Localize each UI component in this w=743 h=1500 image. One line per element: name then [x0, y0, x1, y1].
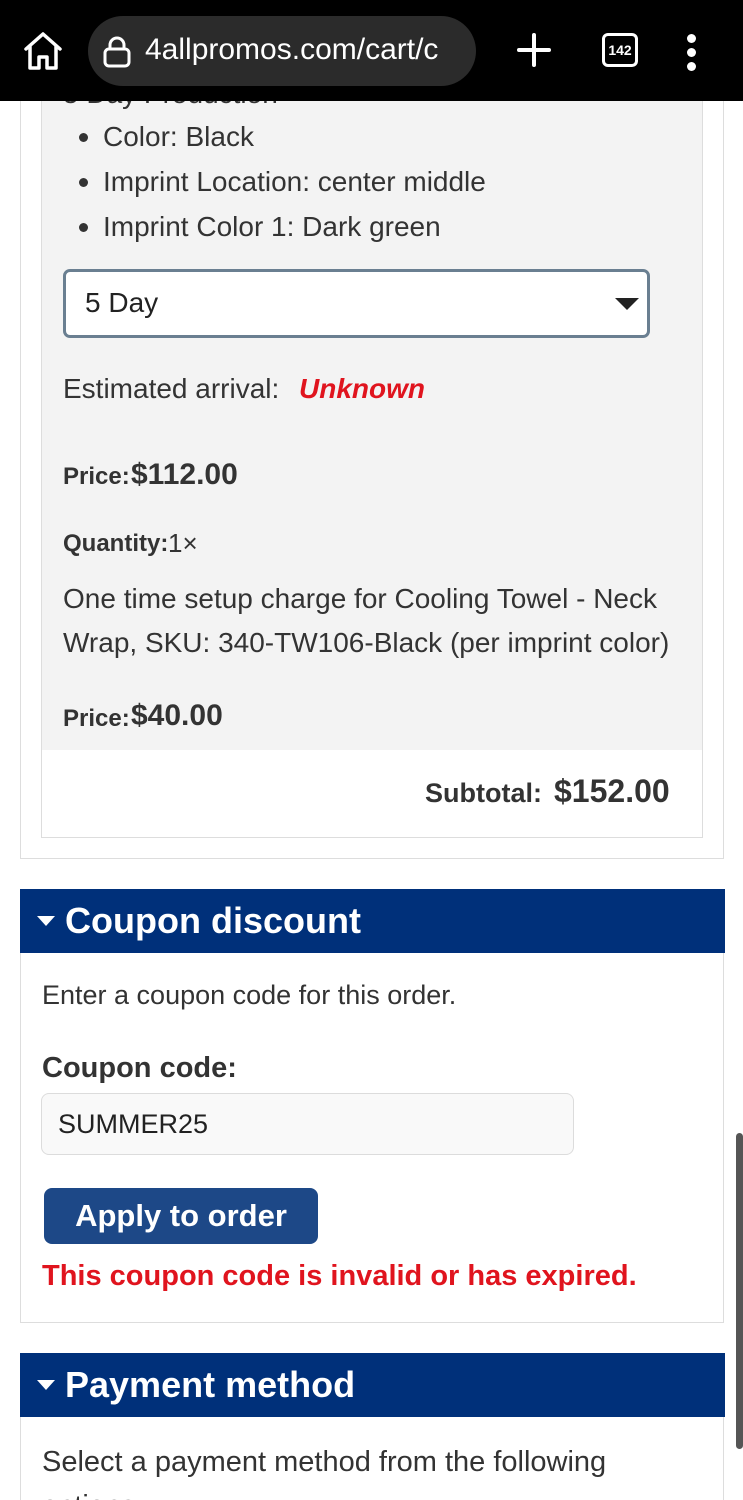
dot-icon	[687, 34, 696, 43]
quantity-value: 1×	[168, 528, 198, 558]
dot-icon	[687, 62, 696, 71]
more-options-button[interactable]	[682, 32, 702, 72]
option-color: Color: Black	[76, 114, 486, 159]
coupon-panel-header[interactable]: Coupon discount	[20, 889, 725, 953]
coupon-code-label: Coupon code:	[42, 1052, 237, 1084]
price-label: Price:	[63, 463, 130, 490]
option-imprint-location: Imprint Location: center middle	[76, 159, 486, 204]
estimated-arrival-label: Estimated arrival:	[63, 373, 280, 404]
option-text: Color: Black	[103, 121, 254, 152]
estimated-arrival-value: Unknown	[299, 373, 425, 404]
option-text: Imprint Color 1: Dark green	[103, 211, 441, 242]
scrollbar-thumb[interactable]	[736, 1133, 743, 1449]
price-value: $112.00	[131, 458, 238, 491]
quantity-label: Quantity:	[63, 530, 169, 557]
setup-price-label: Price:	[63, 705, 130, 732]
apply-coupon-button[interactable]: Apply to order	[44, 1188, 318, 1244]
address-bar[interactable]: 4allpromos.com/cart/c	[88, 16, 476, 86]
browser-toolbar: 4allpromos.com/cart/c 142	[0, 0, 743, 101]
new-tab-button[interactable]	[512, 28, 556, 72]
lock-icon	[103, 36, 131, 68]
home-button[interactable]	[18, 28, 68, 74]
bullet-icon	[79, 223, 88, 232]
url-text: 4allpromos.com/cart/c	[145, 33, 439, 66]
payment-description: Select a payment method from the followi…	[42, 1446, 607, 1500]
production-time-value: 5 Day	[85, 287, 159, 318]
home-icon	[24, 32, 62, 70]
option-text: Imprint Location: center middle	[103, 166, 486, 197]
setup-price-value: $40.00	[131, 699, 223, 732]
bullet-icon	[79, 178, 88, 187]
payment-panel-header[interactable]: Payment method	[20, 1353, 725, 1417]
coupon-code-input[interactable]	[41, 1093, 574, 1155]
dot-icon	[687, 48, 696, 57]
product-options-list: Color: Black Imprint Location: center mi…	[76, 114, 486, 249]
plus-icon	[517, 33, 551, 67]
bullet-icon	[79, 133, 88, 142]
coupon-panel-title: Coupon discount	[65, 900, 361, 941]
payment-panel-title: Payment method	[65, 1364, 356, 1405]
subtotal-value: $152.00	[554, 773, 670, 809]
setup-charge-description: One time setup charge for Cooling Towel …	[63, 583, 670, 658]
caret-down-icon	[37, 1380, 55, 1390]
coupon-intro-text: Enter a coupon code for this order.	[42, 980, 457, 1010]
subtotal-label: Subtotal:	[425, 778, 542, 808]
coupon-error-message: This coupon code is invalid or has expir…	[42, 1260, 637, 1292]
option-imprint-color: Imprint Color 1: Dark green	[76, 204, 486, 249]
caret-down-icon	[37, 916, 55, 926]
tab-switcher-button[interactable]: 142	[602, 33, 638, 67]
caret-down-icon	[615, 298, 639, 310]
production-time-select[interactable]: 5 Day	[63, 269, 650, 338]
